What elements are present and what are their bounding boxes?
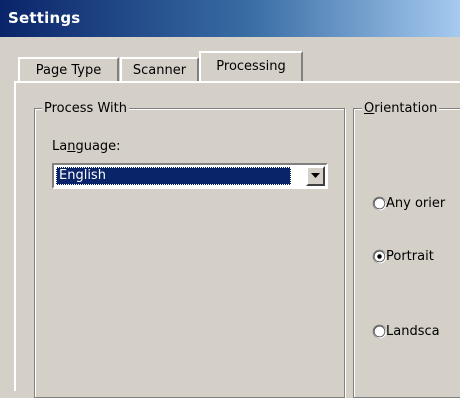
tab-processing[interactable]: Processing (199, 51, 303, 81)
tab-label: Page Type (35, 63, 102, 78)
title-bar[interactable]: Settings (0, 0, 460, 37)
radio-label: Landsca (386, 324, 440, 339)
language-select[interactable]: English (52, 163, 328, 189)
radio-unselected-icon (372, 196, 387, 211)
language-label: Language: (52, 139, 121, 154)
window-title: Settings (8, 9, 81, 27)
radio-label: Portrait (386, 249, 434, 264)
language-select-value: English (56, 167, 291, 185)
orientation-legend: Orientation (362, 101, 440, 116)
radio-label: Any orier (386, 196, 446, 211)
dropdown-button[interactable] (306, 166, 325, 186)
tab-label: Processing (216, 59, 286, 74)
tab-label: Scanner (132, 63, 187, 78)
radio-unselected-icon (372, 324, 387, 339)
chevron-down-icon (311, 173, 320, 178)
tab-scanner[interactable]: Scanner (120, 57, 199, 81)
process-with-legend: Process With (42, 101, 129, 116)
tab-page-type[interactable]: Page Type (18, 57, 119, 81)
radio-selected-icon (372, 249, 387, 264)
